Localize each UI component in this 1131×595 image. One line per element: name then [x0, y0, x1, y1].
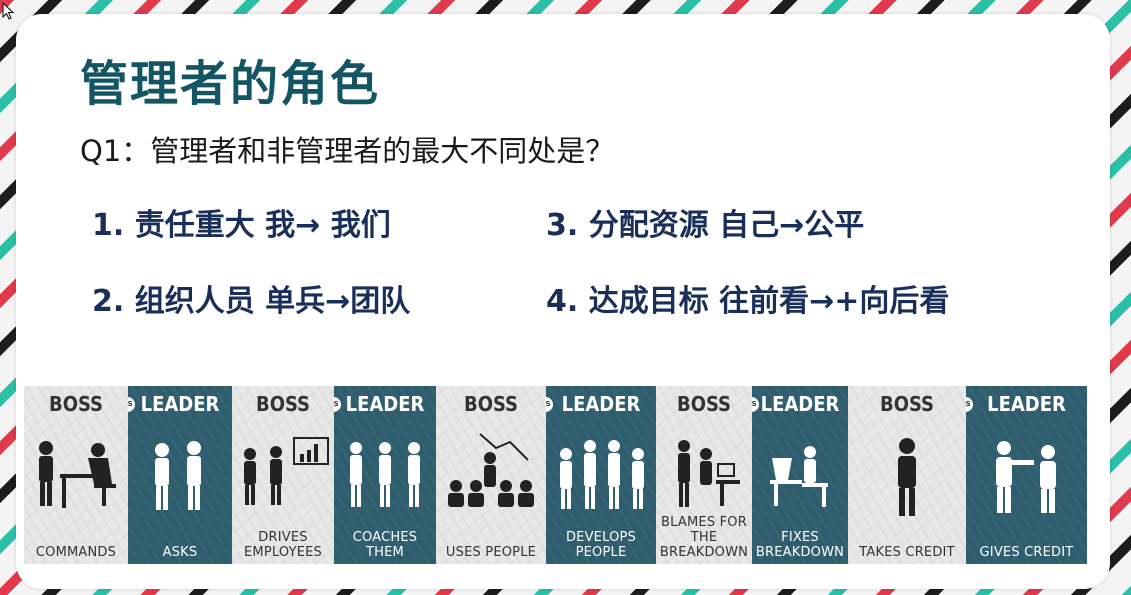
boss-caption: DRIVES EMPLOYEES — [244, 530, 322, 560]
leader-figure-icon — [996, 441, 1056, 513]
leader-label: LEADER — [987, 392, 1066, 416]
boss-panel: BOSS COMMANDS — [24, 386, 128, 564]
boss-panel: BOSS BLAMES FOR THE BREAKDOWN — [656, 386, 752, 564]
boss-label: BOSS — [879, 392, 935, 416]
boss-figure-icon — [448, 433, 534, 507]
point-1: 1. 责任重大 我→ 我们 — [92, 208, 391, 243]
leader-label: LEADER — [140, 392, 220, 416]
leader-caption: FIXES BREAKDOWN — [755, 530, 845, 560]
boss-caption: TAKES CREDIT — [859, 545, 955, 560]
boss-caption: USES PEOPLE — [445, 545, 537, 560]
leader-panel: VS LEADER FIXES BREAKDOWN — [752, 386, 848, 564]
comparison-pair-commands: BOSS COMMANDS VS LEADER — [24, 386, 232, 564]
slide-title: 管理者的角色 — [80, 56, 381, 112]
boss-label: BOSS — [48, 392, 104, 416]
point-2: 2. 组织人员 单兵→团队 — [92, 284, 411, 319]
leader-panel: VS LEADER COACHES THEM — [334, 386, 436, 564]
slide-question: Q1：管理者和非管理者的最大不同处是？ — [80, 134, 615, 168]
boss-label: BOSS — [463, 392, 519, 416]
boss-figure-icon — [39, 441, 116, 508]
boss-label: BOSS — [676, 392, 732, 416]
leader-figure-icon — [770, 446, 828, 507]
boss-figure-icon — [244, 437, 329, 505]
boss-figure-icon — [898, 438, 916, 516]
comparison-pair-blames: BOSS BLAMES FOR THE BREAKDOWN VS LEADER — [656, 386, 848, 564]
boss-label: BOSS — [255, 392, 311, 416]
boss-caption: BLAMES FOR THE BREAKDOWN — [659, 515, 749, 560]
comparison-pair-drives: BOSS DRIVES EMPLOYEES VS LEADER — [232, 386, 436, 564]
leader-caption: DEVELOPS PEOPLE — [565, 530, 637, 560]
cursor-arrow-icon — [2, 2, 15, 20]
leader-label: LEADER — [760, 392, 840, 416]
comparison-pair-uses: BOSS USES PEOPLE VS LEADER — [436, 386, 656, 564]
boss-vs-leader-strip: BOSS COMMANDS VS LEADER — [24, 386, 1087, 564]
leader-caption: GIVES CREDIT — [979, 545, 1074, 560]
leader-panel: VS LEADER ASKS — [128, 386, 232, 564]
leader-caption: COACHES THEM — [352, 530, 418, 560]
boss-panel: BOSS DRIVES EMPLOYEES — [232, 386, 334, 564]
boss-figure-icon — [678, 440, 740, 507]
leader-caption: ASKS — [162, 545, 198, 560]
leader-label: LEADER — [345, 392, 425, 416]
boss-panel: BOSS TAKES CREDIT — [848, 386, 966, 564]
leader-label: LEADER — [561, 392, 641, 416]
point-3: 3. 分配资源 自己→公平 — [546, 208, 865, 243]
comparison-pair-credit: BOSS TAKES CREDIT VS LEADER — [848, 386, 1087, 564]
boss-caption: COMMANDS — [35, 545, 117, 560]
leader-panel: VS LEADER GIVES CREDIT — [966, 386, 1087, 564]
leader-figure-icon — [350, 442, 420, 507]
boss-panel: BOSS USES PEOPLE — [436, 386, 546, 564]
point-4: 4. 达成目标 往前看→+向后看 — [546, 284, 950, 319]
leader-figure-icon — [560, 440, 644, 509]
leader-panel: VS LEADER DEVELOPS PEOPLE — [546, 386, 656, 564]
leader-figure-icon — [155, 441, 201, 510]
